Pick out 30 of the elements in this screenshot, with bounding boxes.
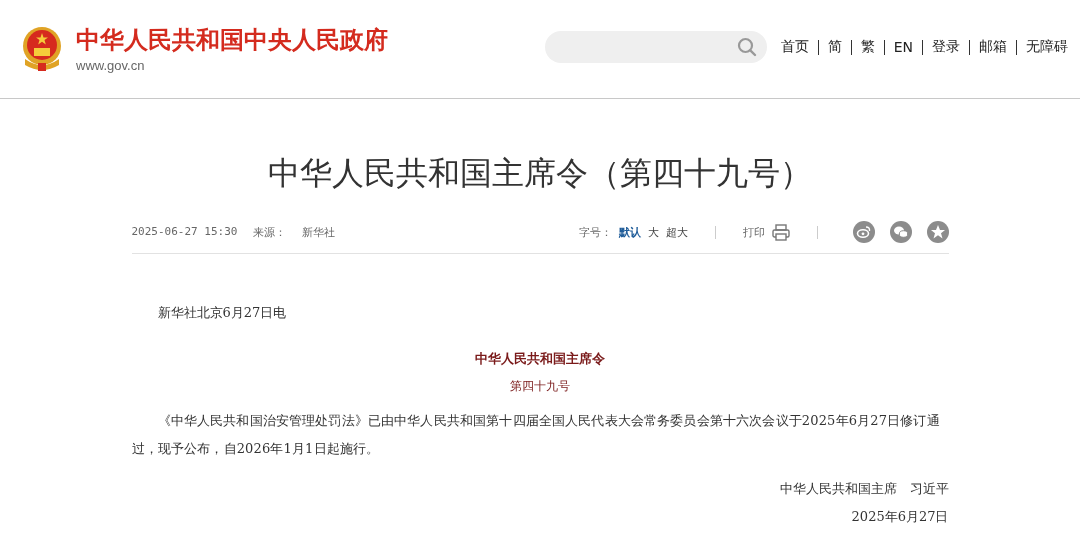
source-name: 新华社	[302, 224, 336, 240]
decree-number: 第四十九号	[509, 378, 571, 395]
font-size-label: 字号：	[578, 224, 612, 240]
print-link[interactable]: 打印	[742, 224, 765, 240]
font-size-option[interactable]: 大	[647, 224, 659, 240]
emblem-icon	[20, 25, 64, 73]
nav-link[interactable]: 首页	[780, 38, 809, 56]
body-paragraph: 《中华人民共和国治安管理处罚法》已由中华人民共和国第十四届全国人民代表大会常务委员会第十六次会议于2025年6月27日修订通过，现予公布，自2026年1月1日起施行。	[131, 412, 941, 458]
search-field[interactable]	[544, 31, 767, 63]
chat-bubbles-icon[interactable]	[889, 221, 912, 243]
source-label: 来源：	[253, 224, 287, 240]
nav-link[interactable]: EN	[893, 39, 913, 55]
site-domain: www.gov.cn	[76, 57, 146, 73]
font-size-option[interactable]: 默认	[618, 224, 641, 240]
decree-heading: 中华人民共和国主席令	[474, 350, 606, 368]
site-name[interactable]: 中华人民共和国中央人民政府	[76, 25, 388, 54]
nav-link[interactable]: 简	[827, 38, 842, 56]
signature-line: 中华人民共和国主席 习近平	[778, 481, 949, 497]
printer-icon[interactable]	[771, 223, 790, 241]
signature-line: 2025年6月27日	[850, 509, 949, 525]
nav-link[interactable]: 无障碍	[1026, 38, 1068, 56]
font-size-option[interactable]: 超大	[665, 224, 688, 240]
nav-link[interactable]: 登录	[932, 38, 960, 56]
nav-link[interactable]: 繁	[860, 38, 875, 56]
dateline: 新华社北京6月27日电	[156, 304, 288, 322]
search-icon[interactable]	[736, 37, 757, 57]
swirl-share-icon[interactable]	[852, 221, 875, 243]
publish-time: 2025-06-27 15:30	[131, 224, 238, 240]
nav-link[interactable]: 邮箱	[979, 38, 1007, 56]
article-title: 中华人民共和国主席令（第四十九号）	[267, 153, 813, 194]
